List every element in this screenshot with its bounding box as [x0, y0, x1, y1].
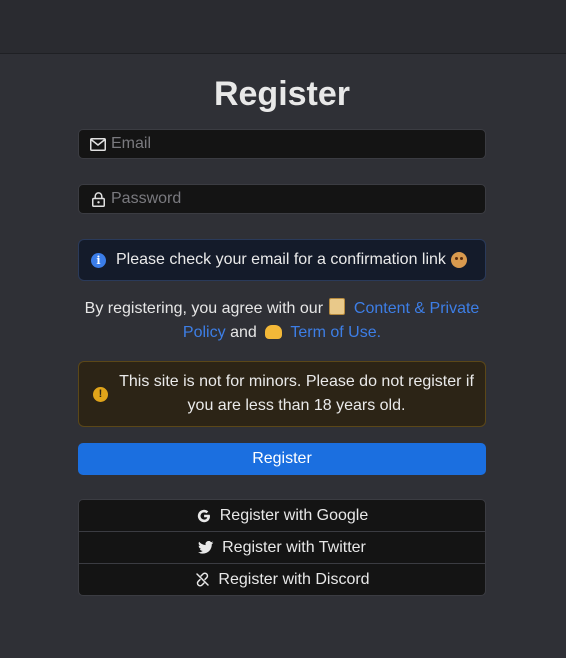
email-input[interactable]	[111, 130, 485, 158]
page-title: Register	[213, 75, 351, 113]
password-input[interactable]	[111, 185, 485, 213]
link-broken-icon	[194, 572, 210, 588]
email-field-wrapper	[78, 129, 486, 159]
warning-icon: !	[93, 386, 108, 402]
register-google-button[interactable]: Register with Google	[79, 500, 485, 531]
social-register-group: Register with Google Register with Twitt…	[78, 499, 486, 596]
register-form: Register i Please check your email for a…	[78, 74, 486, 596]
terms-of-use-link[interactable]: Term of Use.	[290, 324, 381, 341]
confirmation-info-alert: i Please check your email for a confirma…	[78, 239, 486, 281]
scroll-emoji-icon	[329, 298, 346, 315]
lock-icon	[89, 190, 107, 208]
password-field-wrapper	[78, 184, 486, 214]
terms-prefix: By registering, you agree with our	[84, 300, 324, 317]
terms-notice: By registering, you agree with our Conte…	[78, 297, 486, 345]
google-icon	[196, 508, 212, 524]
handshake-emoji-icon	[265, 325, 283, 339]
register-twitter-label: Register with Twitter	[222, 538, 366, 556]
register-twitter-button[interactable]: Register with Twitter	[79, 531, 485, 563]
envelope-icon	[89, 135, 107, 153]
register-google-label: Register with Google	[219, 506, 369, 524]
register-button[interactable]: Register	[78, 443, 486, 475]
top-navbar	[0, 0, 566, 54]
sad-face-emoji-icon	[450, 252, 467, 268]
info-icon: i	[91, 252, 106, 268]
minors-warning-alert: ! This site is not for minors. Please do…	[78, 361, 486, 427]
minors-warning-text: This site is not for minors. Please do n…	[119, 373, 474, 414]
register-discord-button[interactable]: Register with Discord	[79, 563, 485, 595]
terms-and: and	[230, 324, 257, 341]
register-discord-label: Register with Discord	[218, 570, 370, 588]
twitter-icon	[198, 540, 214, 556]
confirmation-info-text: Please check your email for a confirmati…	[116, 251, 446, 268]
